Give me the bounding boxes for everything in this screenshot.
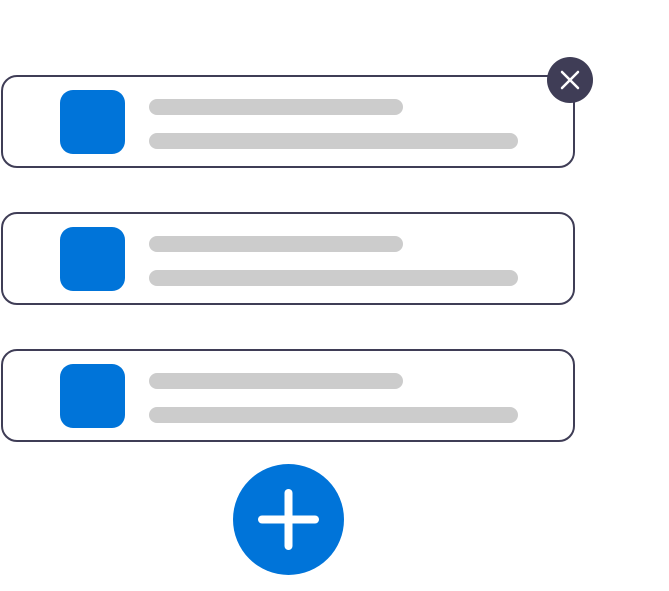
- list-item-card[interactable]: [1, 212, 575, 305]
- title-placeholder-line: [149, 373, 403, 389]
- add-item-button[interactable]: [233, 464, 344, 575]
- subtitle-placeholder-line: [149, 407, 518, 423]
- item-thumbnail: [60, 90, 125, 154]
- title-placeholder-line: [149, 99, 403, 115]
- plus-icon: [258, 489, 319, 550]
- list-item-card[interactable]: [1, 349, 575, 442]
- item-thumbnail: [60, 364, 125, 428]
- close-icon: [560, 70, 580, 90]
- title-placeholder-line: [149, 236, 403, 252]
- subtitle-placeholder-line: [149, 270, 518, 286]
- item-list-illustration: [0, 0, 669, 591]
- subtitle-placeholder-line: [149, 133, 518, 149]
- list-item-card[interactable]: [1, 75, 575, 168]
- remove-item-button[interactable]: [547, 57, 593, 103]
- item-thumbnail: [60, 227, 125, 291]
